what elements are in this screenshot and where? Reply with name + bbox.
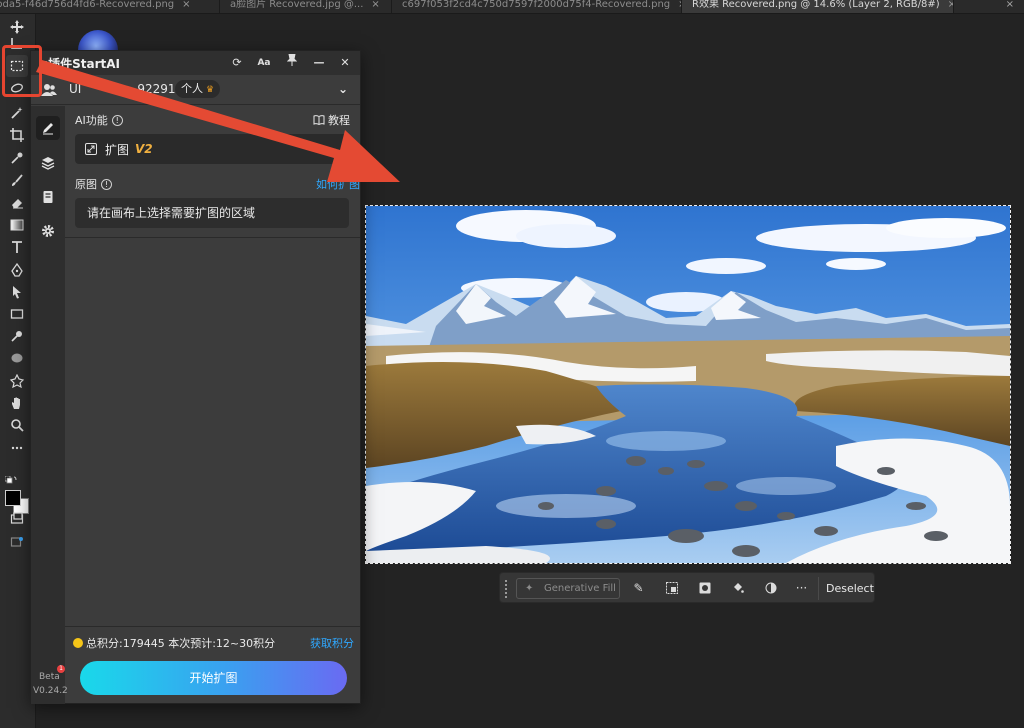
document-tab-2[interactable]: a脸图片 Recovered.jpg @... × <box>220 0 392 13</box>
plan-label: 个人 <box>181 82 203 95</box>
canvas-document-image[interactable] <box>365 205 1011 564</box>
invert-selection-icon[interactable] <box>662 579 681 598</box>
document-tab-label: b-4f46-bda5-f46d756d4fd6-Recovered.png <box>0 0 175 10</box>
user-id: UI 92291 <box>69 82 176 96</box>
user-account-row[interactable]: UI 92291 个人 ♛ ⌄ <box>31 75 360 105</box>
tutorial-link[interactable]: 教程 <box>313 112 350 128</box>
ai-function-label: AI功能 <box>75 114 108 127</box>
sparkle-icon: ✦ <box>525 583 534 594</box>
eyedropper-tool-icon[interactable] <box>6 147 28 169</box>
close-tab-icon[interactable]: × <box>1006 0 1014 10</box>
plugin-content: AI功能! 教程 扩图 V2 ⌄ 原图! 如何扩图 请在画布上选择需要扩图的区域… <box>65 106 360 704</box>
default-colors-icon[interactable] <box>4 475 17 489</box>
create-mask-icon[interactable] <box>695 579 714 598</box>
path-selection-tool-icon[interactable] <box>6 281 28 303</box>
plugin-title: s插件StartAI <box>41 56 121 71</box>
more-options-icon[interactable]: ··· <box>792 579 811 598</box>
mode-name: 扩图 <box>105 142 130 157</box>
divider <box>65 237 360 238</box>
separator <box>818 577 819 600</box>
minimize-icon[interactable]: — <box>310 54 328 72</box>
credits-text: 总积分:179445 本次预计:12~30积分 <box>86 637 276 650</box>
crop-tool-icon[interactable] <box>6 124 28 146</box>
generative-fill-label: Generative Fill <box>544 583 616 594</box>
quick-mask-icon[interactable] <box>6 508 28 530</box>
ai-function-section: AI功能! <box>75 112 123 128</box>
foreground-color-swatch[interactable] <box>5 490 21 506</box>
ai-function-select[interactable]: 扩图 V2 ⌄ <box>75 134 349 164</box>
close-tab-icon[interactable]: × <box>182 0 190 10</box>
info-icon[interactable]: ! <box>111 115 123 126</box>
fill-selection-bucket-icon[interactable] <box>728 579 747 598</box>
font-size-icon[interactable]: Aa <box>255 54 273 72</box>
chevron-down-icon: ⌄ <box>328 141 339 155</box>
document-tab-3[interactable]: c697f053f2cd4c750d7597f2000d75f4-Recover… <box>392 0 682 13</box>
close-tab-icon[interactable]: × <box>371 0 379 10</box>
adjustment-layer-icon[interactable] <box>761 579 780 598</box>
plugin-header: s插件StartAI ⟳ Aa — ✕ <box>31 51 360 75</box>
expand-image-icon <box>85 143 97 155</box>
puppet-warp-tool-icon[interactable] <box>6 370 28 392</box>
rail-edit-icon[interactable] <box>36 116 60 140</box>
notification-badge: 1 <box>57 665 65 673</box>
tutorial-label: 教程 <box>328 114 350 127</box>
how-to-expand-link[interactable]: 如何扩图 <box>316 176 360 192</box>
selection-hint: 请在画布上选择需要扩图的区域 <box>75 198 349 228</box>
crown-icon: ♛ <box>206 85 215 95</box>
credits-info: 总积分:179445 本次预计:12~30积分 <box>73 635 275 651</box>
document-tab-label: c697f053f2cd4c750d7597f2000d75f4-Recover… <box>402 0 671 10</box>
object-selection-tool-icon[interactable] <box>6 325 28 347</box>
coin-icon <box>73 638 83 648</box>
type-tool-icon[interactable] <box>6 236 28 258</box>
document-tab-active[interactable]: R效果 Recovered.png @ 14.6% (Layer 2, RGB/… <box>682 0 954 13</box>
landscape-image <box>366 206 1010 563</box>
refresh-icon[interactable]: ⟳ <box>228 54 246 72</box>
chevron-down-icon[interactable]: ⌄ <box>338 82 348 96</box>
drag-handle-icon[interactable] <box>504 579 508 598</box>
document-tab-bar: b-4f46-bda5-f46d756d4fd6-Recovered.png× … <box>0 0 1024 14</box>
more-tools-icon[interactable] <box>6 437 28 459</box>
generative-fill-button[interactable]: ✦ Generative Fill <box>516 578 620 599</box>
ellipse-tool-icon[interactable] <box>6 347 28 369</box>
startai-plugin-panel: s插件StartAI ⟳ Aa — ✕ UI 92291 个人 ♛ ⌄ Beta… <box>30 50 361 704</box>
beta-label: Beta <box>39 672 60 682</box>
zoom-tool-icon[interactable] <box>6 414 28 436</box>
document-tab-label: R效果 Recovered.png @ 14.6% (Layer 2, RGB/… <box>692 0 940 10</box>
plugin-side-rail: Beta 1 V0.24.2 <box>31 106 68 704</box>
get-credits-link[interactable]: 获取积分 <box>310 635 354 651</box>
document-tab-1[interactable]: b-4f46-bda5-f46d756d4fd6-Recovered.png × <box>0 0 220 13</box>
info-icon[interactable]: ! <box>101 179 112 190</box>
user-group-icon <box>41 84 57 96</box>
brush-tool-icon[interactable] <box>6 170 28 192</box>
uid-prefix: UI <box>69 82 82 96</box>
close-tab-icon[interactable]: × <box>948 0 953 10</box>
marquee-tool-highlight <box>2 45 42 97</box>
start-expand-button[interactable]: 开始扩图 <box>80 661 347 695</box>
book-icon <box>313 115 324 126</box>
contextual-task-bar: ✦ Generative Fill ✎ ··· Deselect <box>499 572 875 603</box>
rail-document-icon[interactable] <box>36 185 60 209</box>
pin-icon[interactable] <box>283 53 301 72</box>
deselect-button[interactable]: Deselect <box>826 573 874 604</box>
source-image-section: 原图! <box>75 176 112 192</box>
eraser-tool-icon[interactable] <box>6 192 28 214</box>
rectangle-tool-icon[interactable] <box>6 303 28 325</box>
mode-version: V2 <box>135 142 153 156</box>
version-label: V0.24.2 <box>33 686 68 696</box>
rail-settings-gear-icon[interactable] <box>36 219 60 243</box>
screen-mode-icon[interactable] <box>6 531 28 553</box>
pen-tool-icon[interactable] <box>6 259 28 281</box>
photoshop-window: b-4f46-bda5-f46d756d4fd6-Recovered.png× … <box>0 0 1024 728</box>
hand-tool-icon[interactable] <box>6 392 28 414</box>
magic-wand-tool-icon[interactable] <box>6 102 28 124</box>
plan-badge: 个人 ♛ <box>175 80 221 98</box>
uid-suffix: 92291 <box>137 82 176 96</box>
rail-layers-icon[interactable] <box>36 151 60 175</box>
plugin-footer: 总积分:179445 本次预计:12~30积分 获取积分 开始扩图 <box>65 626 360 704</box>
close-icon[interactable]: ✕ <box>336 54 354 72</box>
document-tab-label: a脸图片 Recovered.jpg @... <box>230 0 364 10</box>
modify-selection-brush-icon[interactable]: ✎ <box>629 579 648 598</box>
gradient-tool-icon[interactable] <box>6 214 28 236</box>
source-label: 原图 <box>75 178 97 191</box>
